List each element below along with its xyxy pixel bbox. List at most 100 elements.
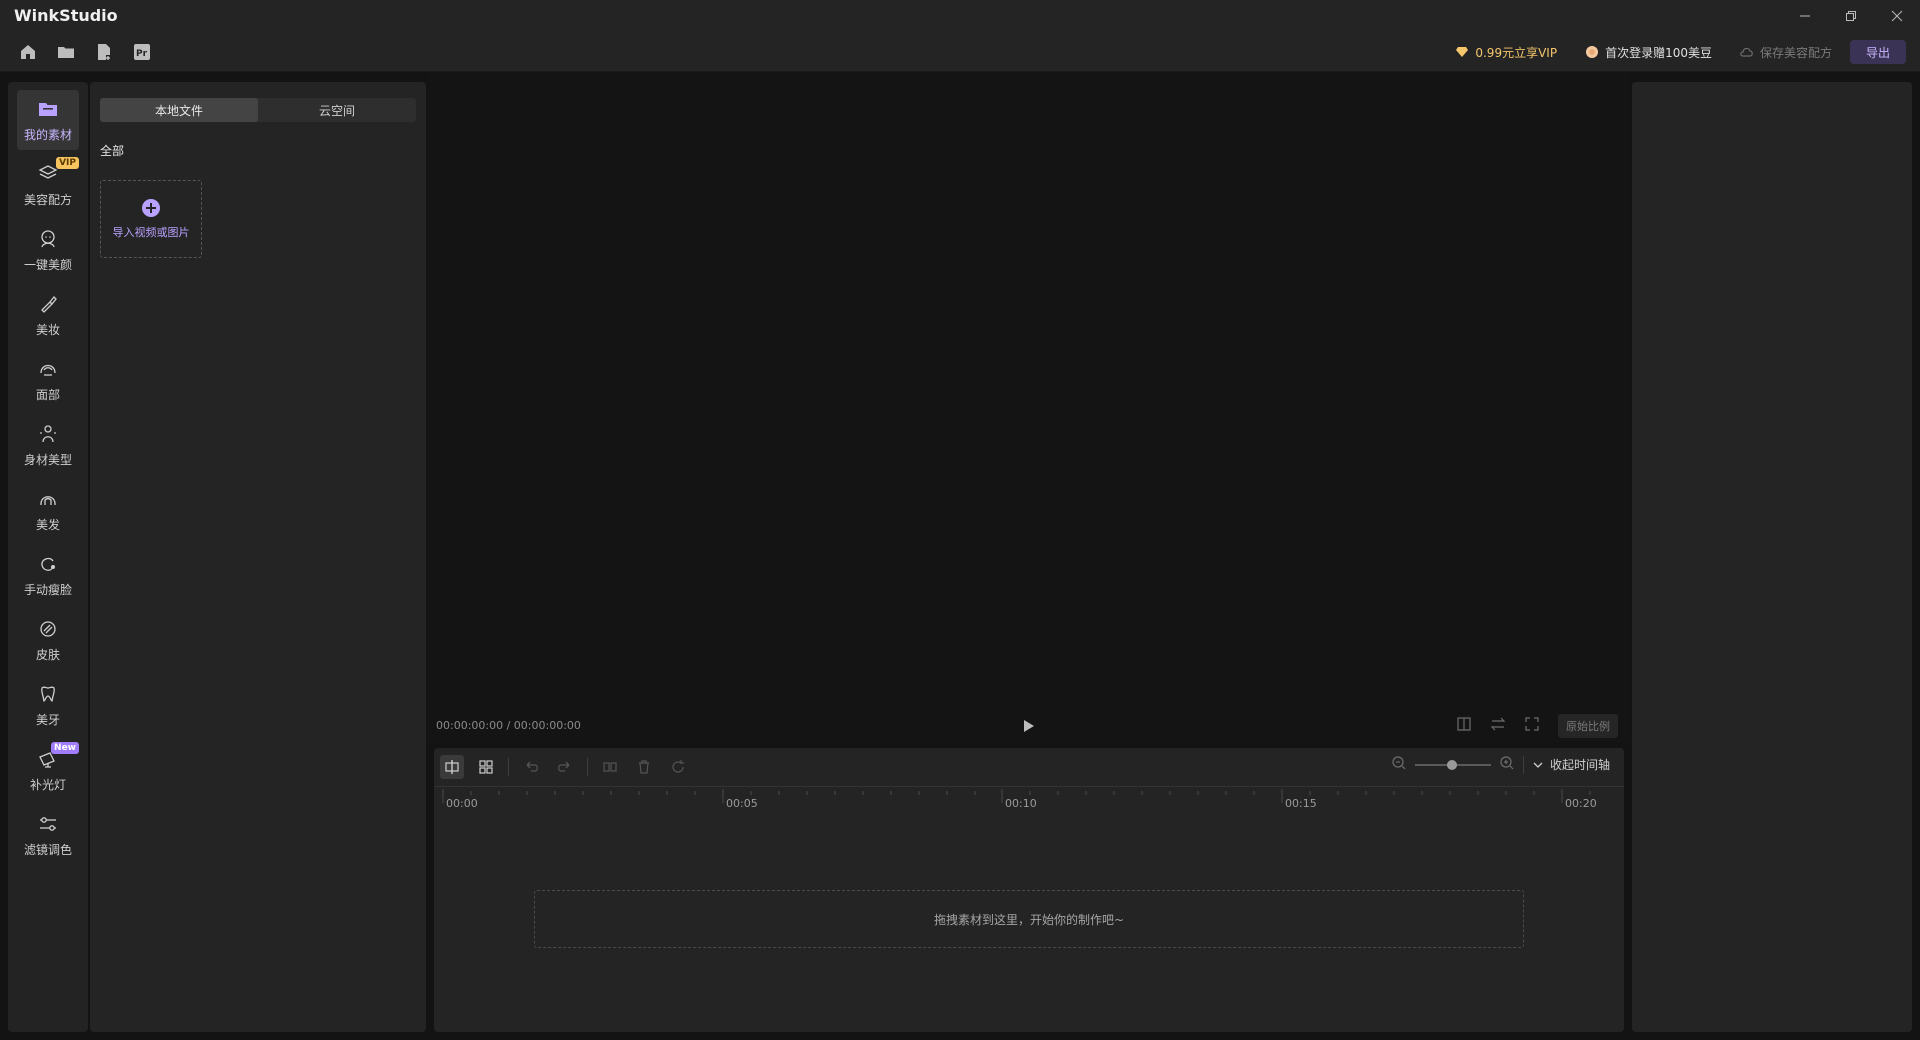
sidebar-item-body-shape[interactable]: 身材美型 xyxy=(17,415,79,475)
swap-button[interactable] xyxy=(1490,716,1506,736)
sidebar-item-label: 滤镜调色 xyxy=(24,841,72,858)
sidebar-item-teeth[interactable]: 美牙 xyxy=(17,675,79,735)
toolbar-divider xyxy=(587,758,588,776)
redo-button[interactable] xyxy=(553,755,577,779)
login-gift-label: 首次登录赠100美豆 xyxy=(1605,44,1712,61)
sidebar-item-label: 补光灯 xyxy=(30,776,66,793)
play-icon xyxy=(1020,718,1036,734)
feature-sidebar: 我的素材 美容配方 VIP 一键美颜 美妆 面部 xyxy=(8,82,88,1032)
restore-icon xyxy=(1845,10,1857,22)
zoom-slider-handle[interactable] xyxy=(1447,760,1457,770)
zoom-in-button[interactable] xyxy=(1499,755,1515,774)
sidebar-item-label: 手动瘦脸 xyxy=(24,581,72,598)
folder-icon xyxy=(57,43,75,61)
snap-mode-button[interactable] xyxy=(440,755,464,779)
ruler-label: 00:10 xyxy=(1005,797,1037,810)
sidebar-item-label: 一键美颜 xyxy=(24,256,72,273)
category-all[interactable]: 全部 xyxy=(100,142,124,159)
sidebar-item-filter-color[interactable]: 滤镜调色 xyxy=(17,805,79,865)
home-button[interactable] xyxy=(16,41,40,63)
collapse-timeline-button[interactable]: 收起时间轴 xyxy=(1532,756,1610,773)
split-button[interactable] xyxy=(598,755,622,779)
toolbar-divider xyxy=(508,758,509,776)
timeline-panel: 收起时间轴 00:00 00:05 00:10 00:15 00:20 拖拽素材… xyxy=(434,748,1624,1032)
sidebar-item-my-materials[interactable]: 我的素材 xyxy=(17,90,79,150)
delete-button[interactable] xyxy=(632,755,656,779)
ruler-label: 00:15 xyxy=(1285,797,1317,810)
import-media-label: 导入视频或图片 xyxy=(113,224,190,240)
save-recipe-button[interactable]: 保存美容配方 xyxy=(1740,44,1832,61)
sidebar-item-label: 身材美型 xyxy=(24,451,72,468)
aspect-ratio-button[interactable]: 原始比例 xyxy=(1558,714,1618,738)
home-icon xyxy=(19,43,37,61)
login-gift[interactable]: 首次登录赠100美豆 xyxy=(1585,44,1712,61)
vip-badge: VIP xyxy=(56,157,79,169)
timeline-drop-zone[interactable]: 拖拽素材到这里，开始你的制作吧~ xyxy=(534,890,1524,948)
replace-button[interactable] xyxy=(666,755,690,779)
sidebar-item-manual-slim-face[interactable]: 手动瘦脸 xyxy=(17,545,79,605)
snap-icon xyxy=(444,759,460,775)
grid-icon xyxy=(478,759,494,775)
sidebar-item-makeup[interactable]: 美妆 xyxy=(17,285,79,345)
sidebar-item-label: 美容配方 xyxy=(24,191,72,208)
tab-cloud-space[interactable]: 云空间 xyxy=(258,98,416,122)
zoom-out-button[interactable] xyxy=(1391,755,1407,774)
zoom-slider[interactable] xyxy=(1415,764,1491,766)
play-button[interactable] xyxy=(1020,718,1036,734)
tab-local-files[interactable]: 本地文件 xyxy=(100,98,258,122)
materials-tabs: 本地文件 云空间 xyxy=(100,98,416,122)
sidebar-item-one-click-beauty[interactable]: 一键美颜 xyxy=(17,220,79,280)
vip-promo[interactable]: 0.99元立享VIP xyxy=(1455,44,1557,61)
tooth-icon xyxy=(37,683,59,705)
minimize-button[interactable] xyxy=(1782,0,1828,32)
split-compare-icon xyxy=(1456,716,1472,732)
sidebar-item-hair[interactable]: 美发 xyxy=(17,480,79,540)
title-bar: WinkStudio xyxy=(0,0,1920,32)
filter-sliders-icon xyxy=(37,813,59,835)
zoom-in-icon xyxy=(1499,755,1515,771)
fullscreen-button[interactable] xyxy=(1524,716,1540,736)
grid-view-button[interactable] xyxy=(474,755,498,779)
add-circle-icon xyxy=(141,198,161,218)
materials-panel: 本地文件 云空间 全部 导入视频或图片 xyxy=(90,82,426,1032)
sidebar-item-face[interactable]: 面部 xyxy=(17,350,79,410)
close-button[interactable] xyxy=(1874,0,1920,32)
chevron-down-icon xyxy=(1532,759,1544,771)
preview-tools: 原始比例 xyxy=(1456,714,1618,738)
sidebar-item-label: 我的素材 xyxy=(24,126,72,143)
video-preview: 00:00:00:00 / 00:00:00:00 原始比例 xyxy=(428,72,1630,742)
export-button[interactable]: 导出 xyxy=(1850,40,1906,64)
sidebar-item-label: 美妆 xyxy=(36,321,60,338)
top-toolbar: Pr 0.99元立享VIP 首次登录赠100美豆 保存美容配方 导出 xyxy=(0,32,1920,72)
face-beauty-icon xyxy=(37,228,59,250)
open-folder-button[interactable] xyxy=(54,41,78,63)
restore-button[interactable] xyxy=(1828,0,1874,32)
time-ruler[interactable]: 00:00 00:05 00:10 00:15 00:20 xyxy=(434,786,1624,816)
ruler-label: 00:20 xyxy=(1565,797,1597,810)
undo-icon xyxy=(523,759,539,775)
new-file-icon xyxy=(95,43,113,61)
current-time: 00:00:00:00 xyxy=(436,719,503,732)
sidebar-item-fill-light[interactable]: 补光灯 New xyxy=(17,740,79,800)
face-icon xyxy=(37,358,59,380)
sidebar-item-beauty-recipe[interactable]: 美容配方 VIP xyxy=(17,155,79,215)
cloud-save-icon xyxy=(1740,46,1754,58)
coin-icon xyxy=(1585,45,1599,59)
compare-button[interactable] xyxy=(1456,716,1472,736)
vip-promo-label: 0.99元立享VIP xyxy=(1475,44,1557,61)
timeline-tools-right: 收起时间轴 xyxy=(1391,755,1610,774)
window-controls xyxy=(1782,0,1920,32)
premiere-label: Pr xyxy=(136,49,148,59)
app-title: WinkStudio xyxy=(14,6,118,25)
undo-button[interactable] xyxy=(519,755,543,779)
diamond-icon xyxy=(1455,46,1469,58)
premiere-import-button[interactable]: Pr xyxy=(130,41,154,63)
folder-icon xyxy=(37,98,59,120)
sidebar-item-skin[interactable]: 皮肤 xyxy=(17,610,79,670)
toolbar-left-icons: Pr xyxy=(16,41,154,63)
premiere-icon: Pr xyxy=(133,43,151,61)
skin-icon xyxy=(37,618,59,640)
body-icon xyxy=(37,423,59,445)
import-media-button[interactable]: 导入视频或图片 xyxy=(100,180,202,258)
new-file-button[interactable] xyxy=(92,41,116,63)
